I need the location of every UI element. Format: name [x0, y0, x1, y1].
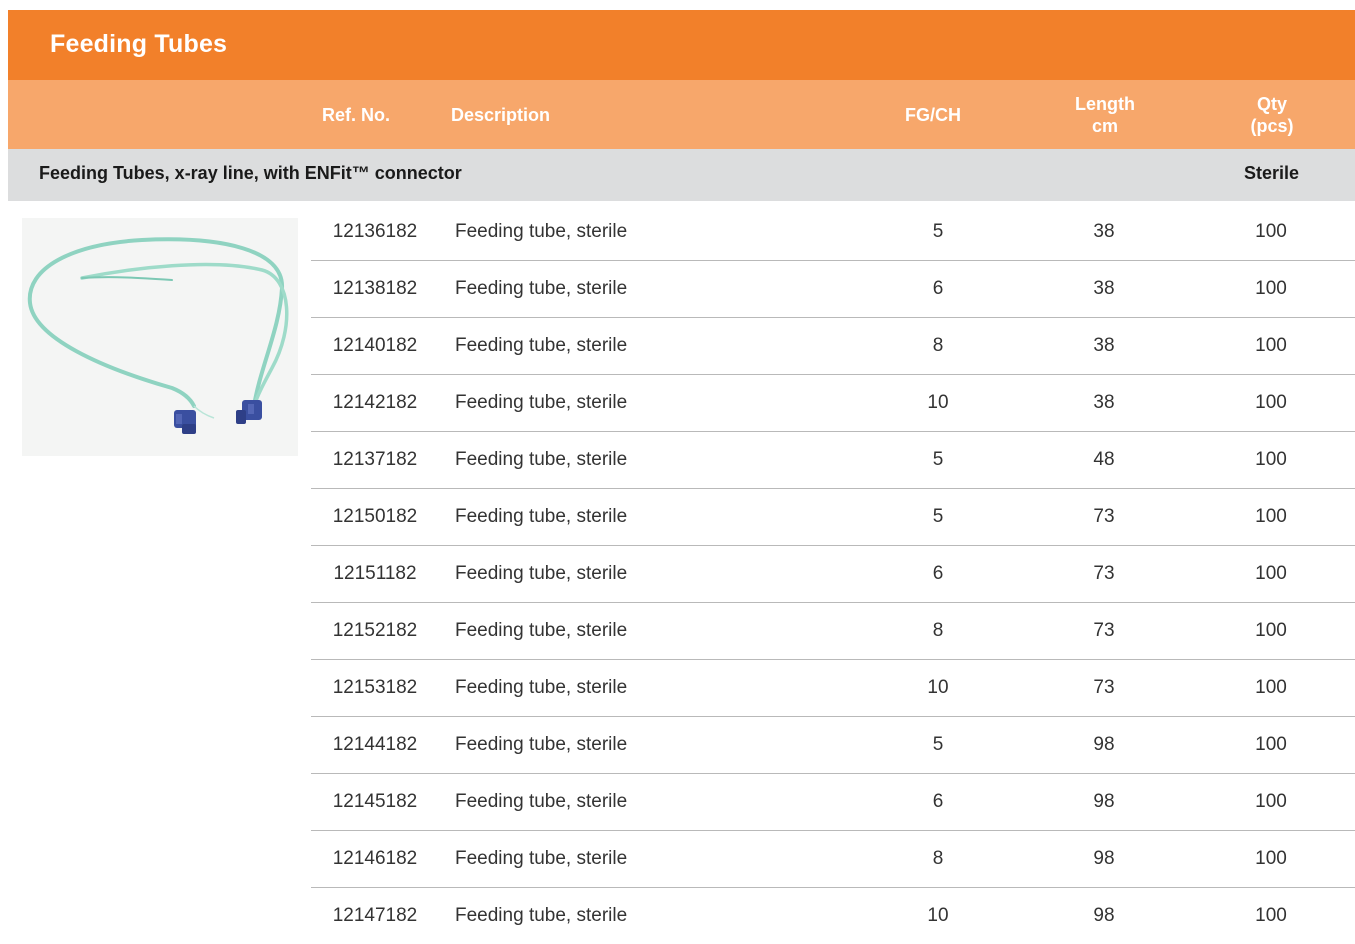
ref-number: 12147182 — [332, 905, 418, 926]
quantity: 100 — [1255, 506, 1287, 527]
fg-size: 8 — [932, 620, 944, 641]
description: Feeding tube, sterile — [455, 506, 628, 527]
length: 48 — [1093, 449, 1115, 470]
ref-number: 12151182 — [333, 563, 417, 584]
connector-left-icon — [174, 410, 196, 434]
quantity: 100 — [1255, 734, 1287, 755]
quantity: 100 — [1255, 677, 1287, 698]
description: Feeding tube, sterile — [455, 335, 628, 356]
quantity: 100 — [1255, 221, 1287, 242]
table-row: 12152182 Feeding tube, sterile 8 73 100 — [311, 603, 1355, 660]
length: 73 — [1093, 677, 1115, 698]
quantity: 100 — [1255, 905, 1287, 926]
header-length: Length cm — [1045, 80, 1165, 149]
length: 38 — [1093, 278, 1115, 299]
ref-number: 12142182 — [332, 392, 418, 413]
header-qty-label: Qty — [1256, 93, 1287, 114]
description: Feeding tube, sterile — [455, 449, 628, 470]
fg-size: 8 — [932, 335, 944, 356]
quantity: 100 — [1255, 278, 1287, 299]
length: 73 — [1093, 563, 1115, 584]
ref-number: 12136182 — [332, 221, 418, 242]
description: Feeding tube, sterile — [455, 392, 628, 413]
length: 98 — [1093, 734, 1115, 755]
quantity: 100 — [1255, 620, 1287, 641]
fg-size: 6 — [932, 563, 944, 584]
fg-size: 5 — [932, 221, 944, 242]
product-image — [22, 218, 298, 456]
header-ref: Ref. No. — [322, 104, 391, 125]
length: 38 — [1093, 335, 1115, 356]
fg-size: 6 — [932, 791, 944, 812]
section-title: Feeding Tubes, x-ray line, with ENFit™ c… — [39, 163, 462, 183]
description: Feeding tube, sterile — [455, 278, 628, 299]
table-row: 12140182 Feeding tube, sterile 8 38 100 — [311, 318, 1355, 375]
header-fg: FG/CH — [905, 104, 961, 125]
description: Feeding tube, sterile — [455, 620, 628, 641]
fg-size: 10 — [927, 905, 949, 926]
description: Feeding tube, sterile — [455, 905, 628, 926]
quantity: 100 — [1255, 335, 1287, 356]
table-row: 12153182 Feeding tube, sterile 10 73 100 — [311, 660, 1355, 717]
ref-number: 12150182 — [332, 506, 418, 527]
header-length-label: Length — [1075, 93, 1135, 114]
section-status: Sterile — [1243, 163, 1299, 183]
description: Feeding tube, sterile — [455, 677, 628, 698]
ref-number: 12138182 — [332, 278, 418, 299]
table-header: Ref. No. Description FG/CH Length cm Qty… — [8, 80, 1355, 149]
product-table: 12136182 Feeding tube, sterile 5 38 100 … — [311, 204, 1355, 944]
fg-size: 5 — [932, 449, 944, 470]
description: Feeding tube, sterile — [455, 734, 628, 755]
ref-number: 12140182 — [332, 335, 418, 356]
table-row: 12146182 Feeding tube, sterile 8 98 100 — [311, 831, 1355, 888]
quantity: 100 — [1255, 392, 1287, 413]
fg-size: 5 — [932, 506, 944, 527]
ref-number: 12145182 — [332, 791, 418, 812]
length: 38 — [1093, 392, 1115, 413]
description: Feeding tube, sterile — [455, 791, 628, 812]
length: 98 — [1093, 791, 1115, 812]
header-qty-unit: (pcs) — [1250, 115, 1294, 136]
ref-number: 12144182 — [332, 734, 418, 755]
table-row: 12137182 Feeding tube, sterile 5 48 100 — [311, 432, 1355, 489]
header-qty: Qty (pcs) — [1212, 80, 1332, 149]
length: 98 — [1093, 905, 1115, 926]
header-description: Description — [451, 104, 551, 125]
feeding-tube-icon — [27, 237, 289, 434]
fg-size: 10 — [927, 392, 949, 413]
title-bar: Feeding Tubes — [8, 10, 1355, 80]
description: Feeding tube, sterile — [455, 848, 628, 869]
table-row: 12150182 Feeding tube, sterile 5 73 100 — [311, 489, 1355, 546]
section-header: Feeding Tubes, x-ray line, with ENFit™ c… — [8, 149, 1355, 201]
quantity: 100 — [1255, 449, 1287, 470]
header-length-unit: cm — [1091, 115, 1118, 136]
connector-right-icon — [236, 400, 262, 424]
fg-size: 10 — [927, 677, 949, 698]
length: 38 — [1093, 221, 1115, 242]
description: Feeding tube, sterile — [455, 563, 628, 584]
ref-number: 12146182 — [332, 848, 418, 869]
table-row: 12136182 Feeding tube, sterile 5 38 100 — [311, 204, 1355, 261]
table-row: 12151182 Feeding tube, sterile 6 73 100 — [311, 546, 1355, 603]
length: 73 — [1093, 620, 1115, 641]
ref-number: 12152182 — [332, 620, 418, 641]
ref-number: 12153182 — [332, 677, 418, 698]
fg-size: 6 — [932, 278, 944, 299]
table-row: 12144182 Feeding tube, sterile 5 98 100 — [311, 717, 1355, 774]
length: 73 — [1093, 506, 1115, 527]
table-row: 12142182 Feeding tube, sterile 10 38 100 — [311, 375, 1355, 432]
page-title: Feeding Tubes — [50, 30, 228, 58]
table-row: 12138182 Feeding tube, sterile 6 38 100 — [311, 261, 1355, 318]
ref-number: 12137182 — [332, 449, 418, 470]
table-row: 12147182 Feeding tube, sterile 10 98 100 — [311, 888, 1355, 944]
table-row: 12145182 Feeding tube, sterile 6 98 100 — [311, 774, 1355, 831]
description: Feeding tube, sterile — [455, 221, 628, 242]
quantity: 100 — [1255, 791, 1287, 812]
fg-size: 8 — [932, 848, 944, 869]
quantity: 100 — [1255, 848, 1287, 869]
length: 98 — [1093, 848, 1115, 869]
quantity: 100 — [1255, 563, 1287, 584]
fg-size: 5 — [932, 734, 944, 755]
